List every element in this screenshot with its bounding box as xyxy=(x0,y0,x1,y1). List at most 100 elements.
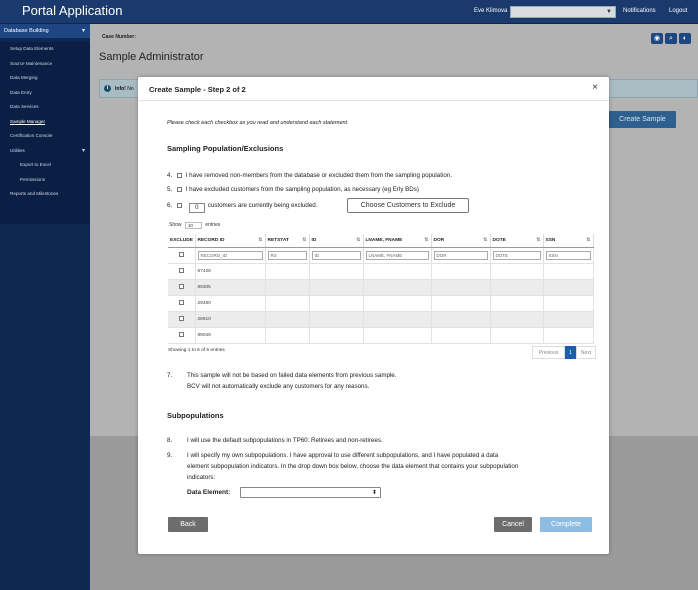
statement-5-checkbox[interactable] xyxy=(176,186,182,192)
cell xyxy=(309,311,364,328)
table-row: 89049 xyxy=(168,327,594,344)
cell xyxy=(265,263,310,280)
back-button[interactable]: Back xyxy=(168,517,208,532)
sidebar-item-sample-manager[interactable]: Sample Manager xyxy=(0,115,90,130)
statement-text: I will specify my own subpopulations. I … xyxy=(187,452,499,459)
column-header-retstat[interactable]: RETSTAT ⇅ xyxy=(265,234,310,248)
cell xyxy=(490,295,544,312)
sidebar-item-data-merging[interactable]: Data Merging xyxy=(0,71,90,86)
record-id-cell: 89305 xyxy=(195,279,266,296)
filter-id-input[interactable]: ID xyxy=(311,250,361,260)
sidebar-menu: Setup Data Elements Source Maintenance D… xyxy=(0,42,90,224)
cell xyxy=(431,295,491,312)
filter-name-input[interactable]: LNAME, FNAME xyxy=(365,250,429,260)
record-id-cell: 89049 xyxy=(195,327,266,344)
filter-record-id-input[interactable]: RECORD_ID xyxy=(197,250,263,260)
sidebar-header[interactable]: Database Building ▾ xyxy=(0,24,90,38)
sidebar-header-label: Database Building xyxy=(4,28,49,34)
column-label: RETSTAT xyxy=(267,237,289,243)
exclude-checkbox[interactable] xyxy=(178,267,184,273)
column-header-exclude: EXCLUDE xyxy=(168,234,196,248)
filter-row: RECORD_ID RS ID LNAME, FNAME DOR DOTE SS… xyxy=(168,247,594,264)
sidebar-item-utilities[interactable]: Utilities ▾ xyxy=(0,144,90,159)
top-bar: Portal Application Eve Klimova ▼ Notific… xyxy=(0,0,698,24)
select-all-checkbox[interactable] xyxy=(178,251,184,257)
filter-dote-input[interactable]: DOTE xyxy=(492,250,541,260)
statement-7-line2: BCV will not automatically exclude any c… xyxy=(187,383,370,390)
filter-ssn-input[interactable]: SSN xyxy=(545,250,591,260)
user-dropdown[interactable]: ▼ xyxy=(510,6,616,18)
column-header-ssn[interactable]: SSN ⇅ xyxy=(543,234,594,248)
excluded-count: 0 xyxy=(188,203,205,213)
sidebar-item-reports-milestones[interactable]: Reports and Milestones xyxy=(0,187,90,202)
sidebar-item-permissions[interactable]: Permissions xyxy=(0,173,90,188)
cell xyxy=(543,311,594,328)
filter-cell: ID xyxy=(309,247,364,264)
sidebar-item-data-entry[interactable]: Data Entry xyxy=(0,86,90,101)
statement-6-checkbox[interactable] xyxy=(176,202,182,208)
sidebar-item-certification-console[interactable]: Certification Console xyxy=(0,129,90,144)
previous-page-button[interactable]: Previous xyxy=(532,346,565,359)
table-row: 29480 xyxy=(168,295,594,312)
statement-9-line2: element subpopulation indicators. In the… xyxy=(187,463,519,470)
next-page-button[interactable]: Next xyxy=(576,346,596,359)
filter-cell: DOTE xyxy=(490,247,544,264)
data-element-select[interactable]: ⬍ xyxy=(240,487,381,498)
table-header-row: EXCLUDE RECORD ID ⇅ RETSTAT ⇅ ID ⇅ LNAME, F… xyxy=(168,234,594,248)
cell xyxy=(309,327,364,344)
statement-4-checkbox[interactable] xyxy=(176,172,182,178)
chevron-down-icon: ▼ xyxy=(606,9,612,15)
create-sample-button[interactable]: Create Sample xyxy=(609,111,676,128)
column-header-id[interactable]: ID ⇅ xyxy=(309,234,364,248)
column-header-dote[interactable]: DOTE ⇅ xyxy=(490,234,544,248)
search-icon[interactable]: ⌕ xyxy=(665,33,677,44)
logout-link[interactable]: Logout xyxy=(669,8,687,14)
choose-customers-button[interactable]: Choose Customers to Exclude xyxy=(347,198,469,213)
cell xyxy=(543,279,594,296)
cell xyxy=(363,311,432,328)
page-1-button[interactable]: 1 xyxy=(565,346,576,359)
column-header-name[interactable]: LNAME, FNAME ⇅ xyxy=(363,234,432,248)
complete-button[interactable]: Complete xyxy=(540,517,592,532)
sidebar-item-data-services[interactable]: Data Services xyxy=(0,100,90,115)
cell xyxy=(265,279,310,296)
caret-down-icon: ▾ xyxy=(81,147,85,154)
close-icon[interactable]: × xyxy=(592,82,598,93)
show-label: Show xyxy=(169,222,182,228)
cell xyxy=(490,327,544,344)
notifications-link[interactable]: Notifications xyxy=(623,8,656,14)
record-id-cell: 29480 xyxy=(195,295,266,312)
exclude-checkbox[interactable] xyxy=(178,283,184,289)
cell xyxy=(543,295,594,312)
filter-retstat-input[interactable]: RS xyxy=(267,250,307,260)
filter-dor-input[interactable]: DOR xyxy=(433,250,488,260)
sidebar-item-export-to-excel[interactable]: Export to Excel xyxy=(0,158,90,173)
exclude-checkbox[interactable] xyxy=(178,331,184,337)
statement-9: 9. I will specify my own subpopulations. … xyxy=(167,452,498,459)
eye-icon[interactable]: ◉ xyxy=(651,33,663,44)
page-size-select[interactable]: 10 xyxy=(184,222,202,229)
intro-text: Please check each checkbox as you read a… xyxy=(167,120,349,126)
statement-8: 8. I will use the default subpopulations … xyxy=(167,437,383,444)
sidebar-item-source-maintenance[interactable]: Source Maintenance xyxy=(0,57,90,72)
statement-number: 5. xyxy=(167,186,173,193)
filter-checkbox-cell xyxy=(168,247,196,264)
column-header-record-id[interactable]: RECORD ID ⇅ xyxy=(195,234,266,248)
sidebar-item-setup-data-elements[interactable]: Setup Data Elements xyxy=(0,42,90,57)
exclude-checkbox[interactable] xyxy=(178,299,184,305)
cancel-button[interactable]: Cancel xyxy=(494,517,532,532)
column-label: LNAME, FNAME xyxy=(365,237,403,243)
column-label: RECORD ID xyxy=(197,237,225,243)
statement-text: I have removed non-members from the data… xyxy=(185,172,452,179)
toggle-icon[interactable]: ◐ xyxy=(679,33,691,44)
page-title: Sample Administrator xyxy=(99,51,204,63)
create-sample-modal: Create Sample - Step 2 of 2 × Please che… xyxy=(138,77,609,554)
sort-icon: ⇅ xyxy=(536,237,541,243)
entries-label: entries xyxy=(205,222,221,228)
exclude-cell xyxy=(168,263,196,280)
statement-number: 8. xyxy=(167,437,173,444)
exclude-cell xyxy=(168,327,196,344)
exclude-checkbox[interactable] xyxy=(178,315,184,321)
cell xyxy=(265,295,310,312)
column-header-dor[interactable]: DOR ⇅ xyxy=(431,234,491,248)
